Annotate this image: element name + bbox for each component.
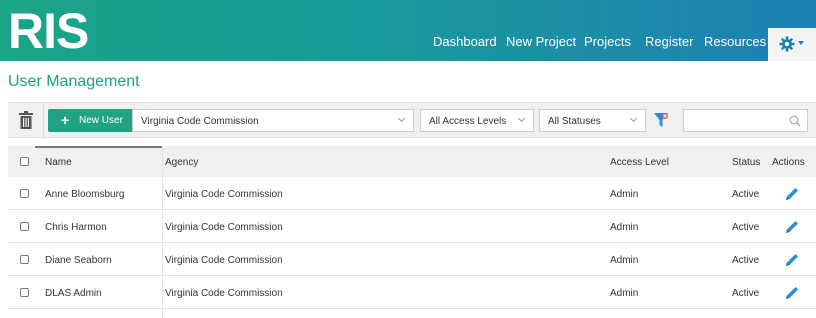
user-access-level: Admin xyxy=(610,288,639,299)
column-header-agency[interactable]: Agency xyxy=(165,157,198,168)
column-divider xyxy=(162,146,163,318)
user-agency: Virginia Code Commission xyxy=(165,255,283,266)
column-header-access-level[interactable]: Access Level xyxy=(610,157,669,168)
agency-select-value: Virginia Code Commission xyxy=(141,116,259,127)
table-row: Diane Seaborn Virginia Code Commission A… xyxy=(8,243,816,276)
gear-icon xyxy=(779,36,795,52)
chevron-down-icon xyxy=(517,114,526,123)
app-logo[interactable]: RIS xyxy=(8,4,89,58)
user-agency: Virginia Code Commission xyxy=(165,189,283,200)
user-status: Active xyxy=(732,288,760,299)
row-checkbox[interactable] xyxy=(20,255,29,264)
chevron-down-icon xyxy=(397,114,406,123)
chevron-down-icon xyxy=(798,41,804,45)
pencil-icon[interactable] xyxy=(784,219,800,235)
user-agency: Virginia Code Commission xyxy=(165,222,283,233)
table-header: Name Agency Access Level Status Actions xyxy=(8,146,816,177)
user-access-level: Admin xyxy=(610,255,639,266)
search-icon xyxy=(789,115,801,127)
search-input[interactable] xyxy=(684,110,784,131)
filter-icon[interactable] xyxy=(653,112,669,129)
toolbar: + New User Virginia Code Commission All … xyxy=(8,102,816,139)
column-header-status[interactable]: Status xyxy=(732,157,760,168)
row-checkbox[interactable] xyxy=(20,189,29,198)
nav-register[interactable]: Register xyxy=(645,34,693,49)
row-checkbox[interactable] xyxy=(20,222,29,231)
user-name: Chris Harmon xyxy=(45,222,107,233)
access-level-select[interactable]: All Access Levels xyxy=(420,109,534,132)
status-select[interactable]: All Statuses xyxy=(539,109,646,132)
column-header-actions: Actions xyxy=(772,157,805,168)
page-title: User Management xyxy=(8,73,140,90)
user-access-level: Admin xyxy=(610,189,639,200)
user-name: Diane Seaborn xyxy=(45,255,112,266)
pencil-icon[interactable] xyxy=(784,186,800,202)
user-status: Active xyxy=(732,189,760,200)
sort-indicator xyxy=(35,146,163,148)
user-name: Anne Bloomsburg xyxy=(45,189,125,200)
user-access-level: Admin xyxy=(610,222,639,233)
settings-menu-button[interactable] xyxy=(768,28,816,61)
chevron-down-icon xyxy=(629,114,638,123)
column-header-name[interactable]: Name xyxy=(45,157,72,168)
toolbar-divider xyxy=(43,103,44,139)
row-checkbox[interactable] xyxy=(20,288,29,297)
pencil-icon[interactable] xyxy=(784,252,800,268)
select-all-checkbox[interactable] xyxy=(20,157,29,166)
table-row: Anne Bloomsburg Virginia Code Commission… xyxy=(8,177,816,210)
table-row: DLAS Admin Virginia Code Commission Admi… xyxy=(8,276,816,309)
trash-icon[interactable] xyxy=(19,111,33,129)
user-status: Active xyxy=(732,222,760,233)
user-status: Active xyxy=(732,255,760,266)
agency-select[interactable]: Virginia Code Commission xyxy=(132,109,414,132)
status-select-value: All Statuses xyxy=(548,116,601,127)
table-row: Chris Harmon Virginia Code Commission Ad… xyxy=(8,210,816,243)
user-agency: Virginia Code Commission xyxy=(165,288,283,299)
nav-projects[interactable]: Projects xyxy=(584,34,631,49)
access-level-select-value: All Access Levels xyxy=(429,116,507,127)
user-name: DLAS Admin xyxy=(45,288,102,299)
nav-new-project[interactable]: New Project xyxy=(506,34,576,49)
plus-icon: + xyxy=(61,112,70,128)
pencil-icon[interactable] xyxy=(784,285,800,301)
search-field[interactable] xyxy=(683,109,808,132)
new-user-label: New User xyxy=(79,115,123,126)
nav-resources[interactable]: Resources xyxy=(704,34,766,49)
app-header: RIS Dashboard New Project Projects Regis… xyxy=(0,0,816,61)
nav-dashboard[interactable]: Dashboard xyxy=(433,34,497,49)
